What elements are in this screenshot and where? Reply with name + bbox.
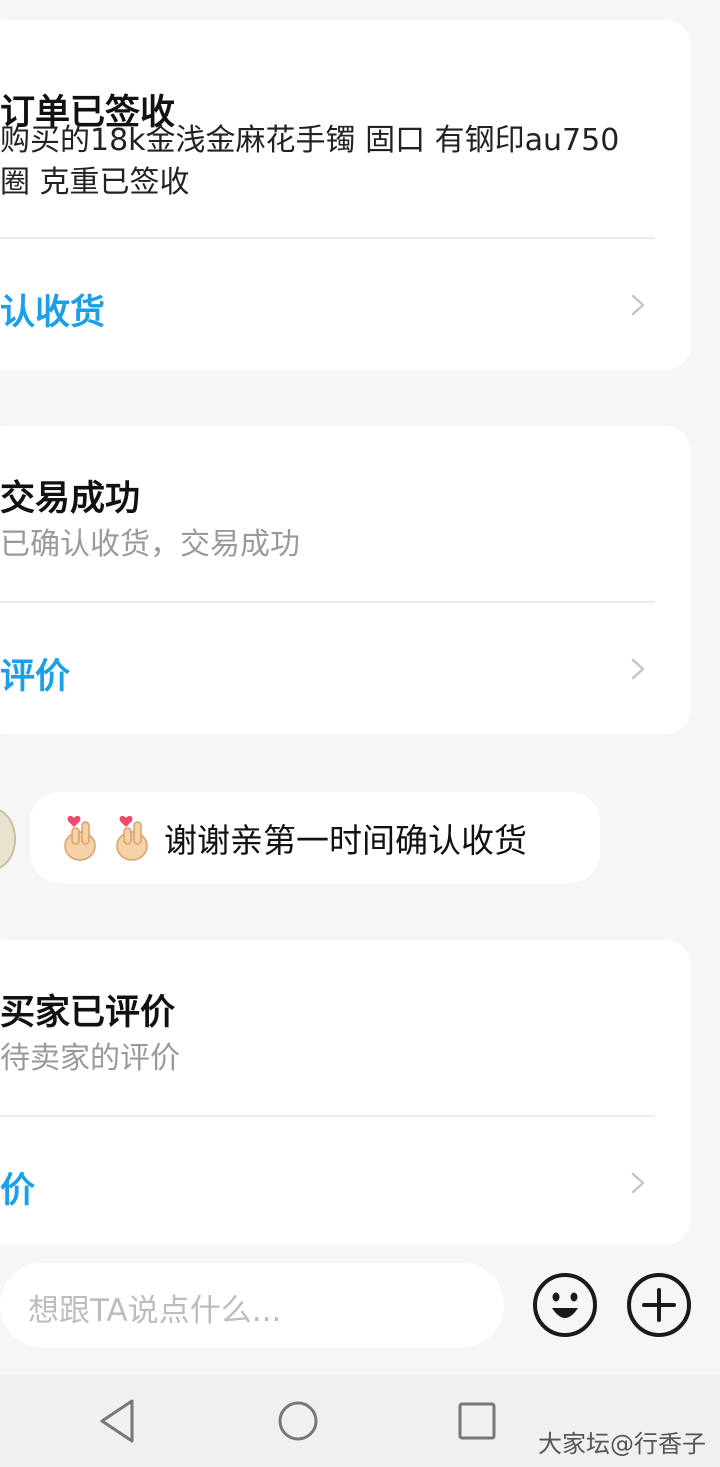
view-review-link[interactable]: 价 <box>0 1162 35 1213</box>
finger-heart-emoji-icon <box>64 815 96 861</box>
finger-heart-emoji-icon <box>116 815 148 861</box>
review-link[interactable]: 评价 <box>0 648 70 699</box>
chevron-right-icon[interactable] <box>627 1172 649 1194</box>
home-circle-icon[interactable] <box>272 1395 324 1447</box>
card-divider <box>0 1115 655 1117</box>
back-triangle-icon[interactable] <box>92 1395 144 1447</box>
card-title: 交易成功 <box>0 479 141 519</box>
transaction-success-card: 交易成功 已确认收货，交易成功 评价 <box>0 426 691 734</box>
message-input[interactable]: 想跟TA说点什么... <box>0 1263 504 1347</box>
add-button-icon[interactable] <box>626 1272 692 1338</box>
buyer-reviewed-card: 买家已评价 待卖家的评价 价 <box>0 940 691 1245</box>
chat-message-text: 谢谢亲第一时间确认收货 <box>164 820 527 860</box>
chevron-right-icon[interactable] <box>627 294 649 316</box>
message-input-placeholder: 想跟TA说点什么... <box>28 1293 282 1329</box>
card-body: 待卖家的评价 <box>0 1041 180 1076</box>
card-title: 买家已评价 <box>0 993 176 1033</box>
card-body: 已确认收货，交易成功 <box>0 527 300 562</box>
card-body-line1: 购买的18k金浅金麻花手镯 固口 有钢印au750 <box>0 123 620 158</box>
order-signed-card: 订单已签收 购买的18k金浅金麻花手镯 固口 有钢印au750 圈 克重已签收 … <box>0 20 691 370</box>
recents-square-icon[interactable] <box>451 1395 503 1447</box>
confirm-receipt-link[interactable]: 认收货 <box>0 284 105 335</box>
seller-avatar[interactable] <box>0 808 16 870</box>
card-divider <box>0 601 655 603</box>
emoji-button-icon[interactable] <box>532 1272 598 1338</box>
card-divider <box>0 237 655 239</box>
chat-bubble: 谢谢亲第一时间确认收货 <box>30 792 600 883</box>
watermark: 大家坛@行香子 <box>538 1430 706 1458</box>
chevron-right-icon[interactable] <box>627 658 649 680</box>
card-body-line2: 圈 克重已签收 <box>0 165 190 200</box>
